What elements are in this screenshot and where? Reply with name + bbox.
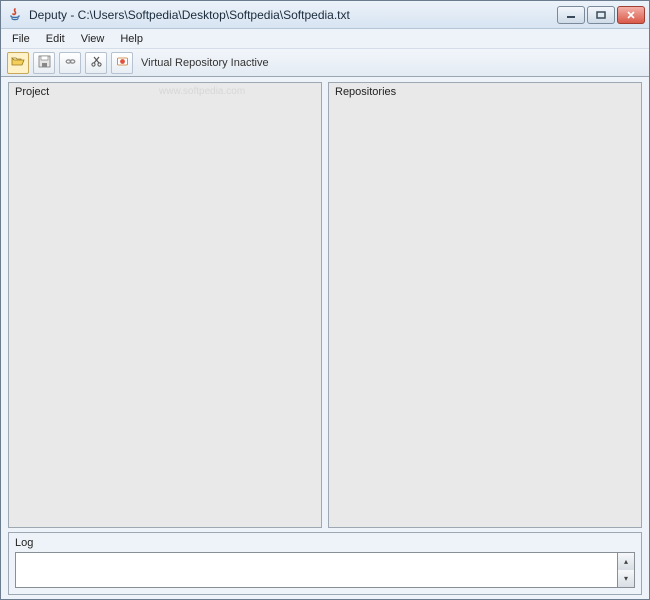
window-title: Deputy - C:\Users\Softpedia\Desktop\Soft… (29, 8, 551, 22)
project-panel-header: Project (9, 83, 321, 102)
panels-row: Project www.softpedia.com Repositories (8, 82, 642, 528)
log-textarea[interactable] (15, 552, 618, 588)
link-button[interactable] (59, 52, 81, 74)
folder-open-icon (11, 55, 25, 70)
minimize-button[interactable] (557, 6, 585, 24)
repositories-panel[interactable]: Repositories (328, 82, 642, 528)
toolbar: Virtual Repository Inactive (1, 49, 649, 77)
repositories-panel-header: Repositories (329, 83, 641, 102)
record-icon (116, 55, 129, 71)
window-controls (557, 6, 645, 24)
toolbar-status: Virtual Repository Inactive (141, 57, 269, 69)
titlebar[interactable]: Deputy - C:\Users\Softpedia\Desktop\Soft… (1, 1, 649, 29)
java-icon (7, 7, 23, 23)
repositories-panel-body[interactable] (329, 102, 641, 527)
chevron-down-icon: ▾ (624, 574, 628, 583)
log-row: ▴ ▾ (15, 552, 635, 588)
log-label: Log (15, 535, 635, 552)
application-window: Deputy - C:\Users\Softpedia\Desktop\Soft… (0, 0, 650, 600)
scroll-down-button[interactable]: ▾ (618, 570, 634, 587)
link-icon (64, 55, 77, 71)
chevron-up-icon: ▴ (624, 557, 628, 566)
menu-help[interactable]: Help (113, 31, 150, 47)
log-scrollbar[interactable]: ▴ ▾ (618, 552, 635, 588)
menubar: File Edit View Help (1, 29, 649, 49)
menu-file[interactable]: File (5, 31, 37, 47)
menu-view[interactable]: View (74, 31, 112, 47)
save-button[interactable] (33, 52, 55, 74)
content-area: Project www.softpedia.com Repositories L… (1, 77, 649, 599)
log-section: Log ▴ ▾ (8, 532, 642, 595)
close-button[interactable] (617, 6, 645, 24)
record-button[interactable] (111, 52, 133, 74)
open-button[interactable] (7, 52, 29, 74)
maximize-button[interactable] (587, 6, 615, 24)
save-icon (38, 55, 51, 71)
cut-button[interactable] (85, 52, 107, 74)
scissors-icon (90, 55, 103, 71)
project-panel[interactable]: Project www.softpedia.com (8, 82, 322, 528)
menu-edit[interactable]: Edit (39, 31, 72, 47)
scroll-up-button[interactable]: ▴ (618, 553, 634, 570)
project-panel-body[interactable] (9, 102, 321, 527)
